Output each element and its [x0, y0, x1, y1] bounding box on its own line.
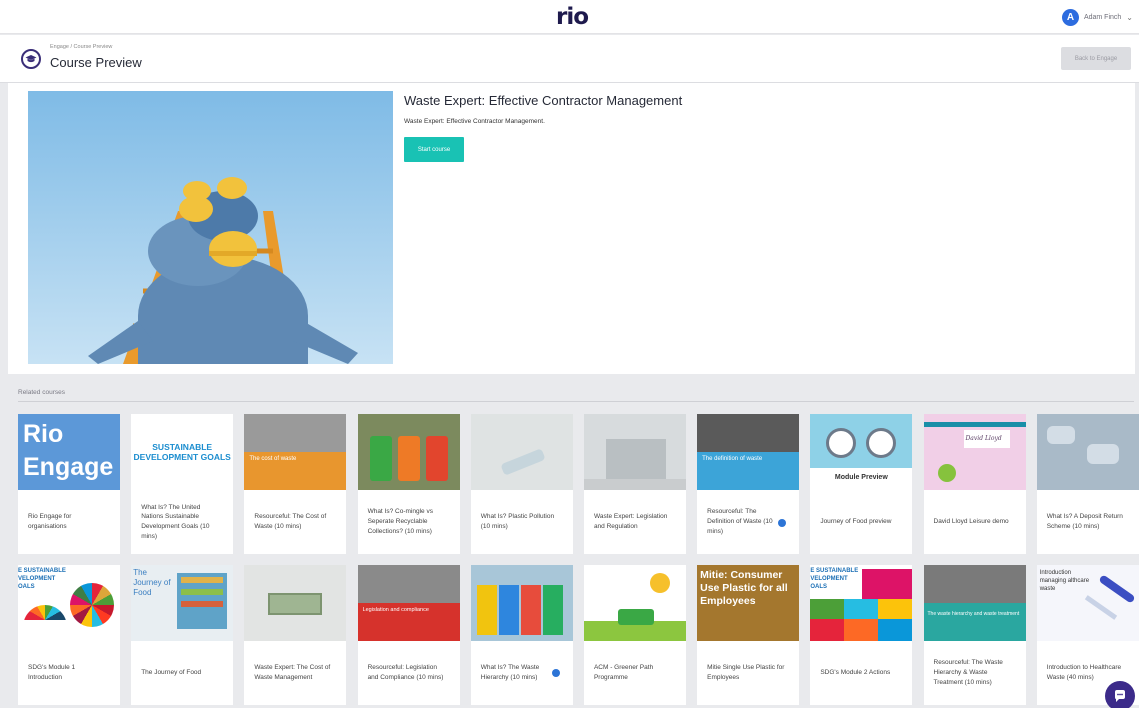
thumbnail-text: The definition of waste [702, 456, 763, 462]
related-courses-grid: Rio Engage Rio Engage for organisations … [18, 414, 1139, 705]
thumbnail-text: The cost of waste [249, 456, 297, 462]
course-card[interactable]: What Is? Plastic Pollution (10 mins) [470, 414, 573, 554]
course-card-title: Rio Engage for organisations [28, 513, 72, 530]
course-card[interactable]: The waste hierarchy and waste treatment … [923, 565, 1026, 705]
course-card[interactable]: E SUSTAINABLE VELOPMENT OALS SDG's Modul… [810, 565, 913, 705]
course-card-title: Resourceful: Legislation and Compliance … [367, 664, 444, 681]
course-card[interactable]: David Lloyd David Lloyd Leisure demo [923, 414, 1026, 554]
course-card[interactable]: The cost of waste Resourceful: The Cost … [244, 414, 347, 554]
thumbnail-text: Legislation and compliance [362, 607, 429, 613]
course-thumbnail: David Lloyd [923, 414, 1026, 490]
back-to-engage-button[interactable]: Back to Engage [1061, 47, 1131, 70]
course-card[interactable]: E SUSTAINABLE VELOPMENT OALS SDG's Modul… [18, 565, 120, 705]
course-thumbnail [470, 565, 573, 641]
course-thumbnail: Mitie: Consumer Use Plastic for all Empl… [697, 565, 800, 641]
course-thumbnail [1036, 414, 1139, 490]
thumbnail-text: The Journey of Food [133, 568, 171, 597]
course-title: Waste Expert: Effective Contractor Manag… [404, 93, 683, 108]
course-card[interactable]: Legislation and compliance Resourceful: … [357, 565, 460, 705]
chat-button[interactable] [1105, 681, 1135, 708]
course-card-title: SDG's Module 2 Actions [820, 669, 891, 677]
course-card[interactable]: Waste Expert: Legislation and Regulation [583, 414, 686, 554]
course-thumbnail: E SUSTAINABLE VELOPMENT OALS [810, 565, 913, 641]
course-thumbnail [470, 414, 573, 490]
breadcrumb[interactable]: Engage / Course Preview [50, 44, 112, 50]
course-card[interactable]: What Is? The Waste Hierarchy (10 mins) [470, 565, 573, 705]
clock-icon [551, 669, 560, 677]
top-bar: rio A Adam Finch ⌄ [0, 0, 1139, 34]
course-thumbnail: The Journey of Food [131, 565, 234, 641]
course-card-title: Waste Expert: Legislation and Regulation [593, 513, 668, 530]
related-courses-heading: Related courses [18, 389, 65, 396]
course-card-title: David Lloyd Leisure demo [933, 518, 1009, 526]
course-card[interactable]: SUSTAINABLE DEVELOPMENT GOALS What Is? T… [131, 414, 234, 554]
course-card-title: Resourceful: The Waste Hierarchy & Waste… [933, 659, 1003, 686]
thumbnail-text: David Lloyd [965, 435, 1002, 442]
course-hero-image [28, 91, 393, 364]
course-card-title: What Is? The United Nations Sustainable … [141, 503, 210, 540]
course-card-title: Waste Expert: The Cost of Waste Manageme… [254, 664, 331, 681]
course-card[interactable]: Mitie: Consumer Use Plastic for all Empl… [697, 565, 800, 705]
course-card-title: The Journey of Food [141, 669, 202, 677]
course-card[interactable]: The Journey of Food The Journey of Food [131, 565, 234, 705]
course-card-title: What Is? Co-mingle vs Seperate Recyclabl… [367, 508, 433, 535]
chevron-down-icon[interactable]: ⌄ [1126, 13, 1133, 22]
thumbnail-text: Rio Engage [23, 420, 114, 481]
thumbnail-text: The waste hierarchy and waste treatment [927, 611, 1020, 617]
course-thumbnail: Rio Engage [18, 414, 120, 490]
course-thumbnail: Legislation and compliance [357, 565, 460, 641]
divider [18, 401, 1134, 402]
thumbnail-text: Mitie: Consumer Use Plastic for all Empl… [700, 569, 788, 607]
thumbnail-text: E SUSTAINABLE VELOPMENT OALS [810, 568, 859, 590]
course-card-title: What Is? Plastic Pollution (10 mins) [480, 513, 555, 530]
course-thumbnail: Introduction managing althcare waste [1036, 565, 1139, 641]
start-course-button[interactable]: Start course [404, 137, 464, 162]
course-thumbnail: The cost of waste [244, 414, 347, 490]
course-hero: Waste Expert: Effective Contractor Manag… [8, 83, 1135, 374]
page-header: Engage / Course Preview Course Preview B… [0, 35, 1139, 83]
course-card-title: SDG's Module 1 Introduction [28, 664, 76, 681]
course-thumbnail: SUSTAINABLE DEVELOPMENT GOALS [131, 414, 234, 490]
course-card[interactable]: The definition of waste Resourceful: The… [697, 414, 800, 554]
course-card[interactable]: Rio Engage Rio Engage for organisations [18, 414, 120, 554]
course-card-title: ACM - Greener Path Programme [593, 664, 654, 681]
chat-bubble-icon [1115, 690, 1125, 702]
course-card-title: What Is? A Deposit Return Scheme (10 min… [1046, 513, 1123, 530]
course-card-title: Resourceful: The Cost of Waste (10 mins) [254, 513, 327, 530]
thumbnail-text: E SUSTAINABLE VELOPMENT OALS [18, 568, 66, 590]
course-card[interactable]: Module Preview Journey of Food preview [810, 414, 913, 554]
user-name[interactable]: Adam Finch [1084, 14, 1121, 21]
course-thumbnail [583, 565, 686, 641]
course-thumbnail [583, 414, 686, 490]
thumbnail-text: Introduction managing althcare waste [1039, 570, 1090, 592]
course-card[interactable]: What Is? A Deposit Return Scheme (10 min… [1036, 414, 1139, 554]
page-title: Course Preview [50, 55, 142, 70]
course-card[interactable]: Waste Expert: The Cost of Waste Manageme… [244, 565, 347, 705]
course-description: Waste Expert: Effective Contractor Manag… [404, 118, 545, 125]
course-thumbnail: Module Preview [810, 414, 913, 490]
graduation-cap-icon [21, 49, 41, 69]
rio-logo[interactable]: rio [556, 4, 589, 30]
course-thumbnail [244, 565, 347, 641]
user-menu[interactable]: A Adam Finch ⌄ [1061, 9, 1133, 26]
course-thumbnail: The waste hierarchy and waste treatment [923, 565, 1026, 641]
avatar[interactable]: A [1061, 9, 1079, 26]
course-card[interactable]: What Is? Co-mingle vs Seperate Recyclabl… [357, 414, 460, 554]
thumbnail-text: Module Preview [834, 474, 888, 481]
course-thumbnail [357, 414, 460, 490]
course-thumbnail: The definition of waste [697, 414, 800, 490]
course-thumbnail: E SUSTAINABLE VELOPMENT OALS [18, 565, 120, 641]
course-card[interactable]: ACM - Greener Path Programme [583, 565, 686, 705]
course-card-title: Mitie Single Use Plastic for Employees [707, 664, 785, 681]
course-card-title: Journey of Food preview [820, 518, 892, 526]
thumbnail-text: SUSTAINABLE DEVELOPMENT GOALS [133, 442, 231, 462]
